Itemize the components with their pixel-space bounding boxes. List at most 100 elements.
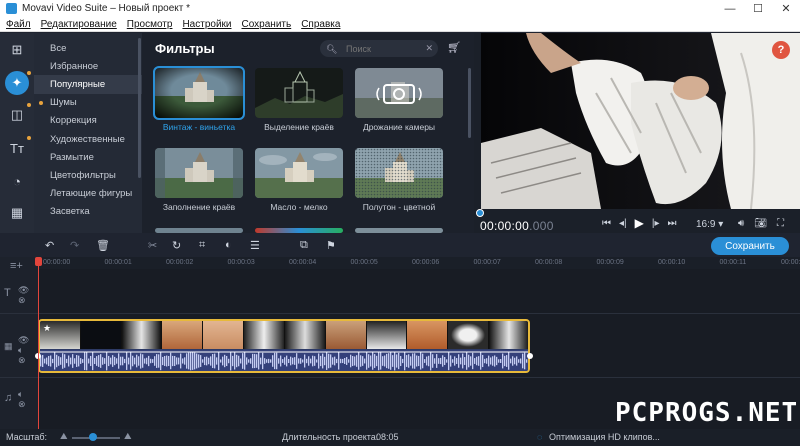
undo-icon[interactable]: ↶ xyxy=(45,239,54,252)
transitions-icon[interactable]: ◫ xyxy=(5,103,29,127)
category-color-filters[interactable]: Цветофильтры xyxy=(34,166,142,184)
filter-tile-partial[interactable] xyxy=(355,228,443,233)
clip-thumbnails xyxy=(40,321,528,349)
video-frame xyxy=(481,33,800,209)
preview-tools: 🔊︎ 📷︎ ⛶ xyxy=(738,218,784,229)
loading-spinner-icon: ◌ xyxy=(537,432,543,442)
clip-frame xyxy=(203,321,245,349)
filter-tile-edges[interactable] xyxy=(255,68,343,118)
preview-scrubber[interactable] xyxy=(476,209,484,217)
crop-icon[interactable]: ⌗ xyxy=(199,239,205,252)
delete-icon[interactable]: 🗑︎ xyxy=(96,239,110,252)
clip-frame xyxy=(366,321,408,349)
cart-icon[interactable]: 🛒︎ xyxy=(447,41,461,54)
add-track-icon[interactable]: ≡+ xyxy=(10,260,23,272)
zoom-out-icon[interactable]: ⛰ xyxy=(60,431,68,442)
clear-icon[interactable]: ✕ xyxy=(425,43,433,54)
maximize-button[interactable]: ☐ xyxy=(744,0,772,17)
app-icon xyxy=(6,3,17,14)
zoom-slider-handle[interactable] xyxy=(89,433,97,441)
help-button[interactable]: ? xyxy=(772,41,790,59)
volume-icon[interactable]: 🔊︎ xyxy=(738,218,744,229)
category-scrollbar[interactable] xyxy=(138,38,141,178)
track-headers: ≡+ T 👁︎ ⊗ 👁︎ 🔈︎ ▦ ⊗ ♫ 🔈︎ ⊗ xyxy=(0,257,38,429)
category-label: Художественные xyxy=(50,133,125,145)
category-favorites[interactable]: Избранное xyxy=(34,57,142,75)
video-player[interactable]: ? xyxy=(481,33,800,209)
cut-icon[interactable]: ✂ xyxy=(148,239,157,252)
menu-help[interactable]: Справка xyxy=(301,19,340,30)
category-flying-objects[interactable]: Летающие фигуры xyxy=(34,185,142,203)
filter-tile-partial[interactable] xyxy=(155,228,243,233)
category-popular[interactable]: Популярные xyxy=(34,75,142,94)
category-artistic[interactable]: Художественные xyxy=(34,130,142,148)
link-icon[interactable]: ⊗ xyxy=(18,295,26,306)
category-all[interactable]: Все xyxy=(34,39,142,57)
more-tools-icon[interactable]: ▦ xyxy=(5,201,29,225)
menu-file[interactable]: Файл xyxy=(6,19,31,30)
ruler-tick: 00:00:00 xyxy=(43,259,71,266)
snapshot-icon[interactable]: 📷︎ xyxy=(754,218,767,229)
duration-value: 08:05 xyxy=(376,432,399,442)
skip-start-icon[interactable]: ⏮ xyxy=(602,218,611,230)
color-adjust-icon[interactable]: ◐ xyxy=(225,239,232,251)
link-icon[interactable]: ⊗ xyxy=(18,399,26,410)
rotate-icon[interactable]: ↻ xyxy=(172,239,181,252)
window-controls: — ☐ ✕ xyxy=(716,0,800,17)
close-button[interactable]: ✕ xyxy=(772,0,800,17)
pip-icon[interactable]: ⧉ xyxy=(300,239,308,252)
audio-waveform xyxy=(40,350,528,371)
titles-icon[interactable]: Tт xyxy=(5,136,29,160)
filter-tile-camera-shake[interactable] xyxy=(355,68,443,118)
new-badge xyxy=(39,100,43,105)
timeline-ruler[interactable]: 00:00:00 00:00:01 00:00:02 00:00:03 00:00:04… xyxy=(38,257,800,269)
menu-settings[interactable]: Настройки xyxy=(182,19,231,30)
edit-toolbar: ↶ ↷ 🗑︎ ✂ ↻ ⌗ ◐ ☰ ⧉ ⚑ xyxy=(0,235,800,257)
redo-icon[interactable]: ↷ xyxy=(70,239,79,252)
import-icon[interactable]: ⊞ xyxy=(5,38,29,62)
playhead[interactable] xyxy=(38,259,39,429)
menu-export[interactable]: Сохранить xyxy=(242,19,292,30)
filter-tile-halftone-color[interactable] xyxy=(355,148,443,198)
search-box[interactable]: 🔍︎ ✕ xyxy=(320,40,438,57)
video-clip[interactable]: ★ xyxy=(38,319,530,373)
prev-frame-icon[interactable]: ◂| xyxy=(619,218,627,230)
filter-tile-oil-fine[interactable] xyxy=(255,148,343,198)
fullscreen-icon[interactable]: ⛶ xyxy=(777,218,784,229)
filters-icon[interactable]: ✦ xyxy=(5,71,29,95)
new-badge xyxy=(27,136,31,140)
tool-rail: ⊞ ✦ ◫ Tт ◔ ▦ xyxy=(0,33,34,233)
ruler-tick: 00:00:07 xyxy=(473,259,501,266)
volume-handle[interactable] xyxy=(527,353,533,359)
menu-view[interactable]: Просмотр xyxy=(127,19,173,30)
ruler-tick: 00:00:12 xyxy=(781,259,800,266)
filter-tile-vintage[interactable] xyxy=(153,66,245,120)
clip-frame xyxy=(80,321,122,349)
new-badge xyxy=(27,103,31,107)
stickers-icon[interactable]: ◔ xyxy=(5,169,29,193)
category-correction[interactable]: Коррекция xyxy=(34,112,142,130)
menu-edit[interactable]: Редактирование xyxy=(41,19,117,30)
category-noise[interactable]: Шумы xyxy=(34,94,142,112)
category-blur[interactable]: Размытие xyxy=(34,148,142,166)
export-button[interactable]: Сохранить xyxy=(711,237,789,255)
aspect-ratio-select[interactable]: 16:9 ▾ xyxy=(696,219,723,230)
skip-end-icon[interactable]: ⏭ xyxy=(667,218,676,230)
link-icon[interactable]: ⊗ xyxy=(18,355,26,366)
filter-tile-edge-fill[interactable] xyxy=(155,148,243,198)
category-light-leaks[interactable]: Засветка xyxy=(34,203,142,221)
search-input[interactable] xyxy=(346,43,426,54)
filter-label: Заполнение краёв xyxy=(162,202,236,212)
zoom-in-icon[interactable]: ⛰ xyxy=(124,431,132,442)
clip-properties-icon[interactable]: ☰ xyxy=(250,239,260,252)
play-icon[interactable]: ▶ xyxy=(635,216,644,230)
filters-scrollbar[interactable] xyxy=(468,68,471,138)
next-frame-icon[interactable]: |▸ xyxy=(652,218,660,230)
marker-icon[interactable]: ⚑ xyxy=(326,239,336,252)
category-label: Коррекция xyxy=(50,115,97,127)
minimize-button[interactable]: — xyxy=(716,0,744,17)
clip-frame xyxy=(121,321,163,349)
playhead-handle[interactable] xyxy=(35,257,42,266)
filter-tile-partial[interactable] xyxy=(255,228,343,233)
ruler-tick: 00:00:04 xyxy=(289,259,317,266)
